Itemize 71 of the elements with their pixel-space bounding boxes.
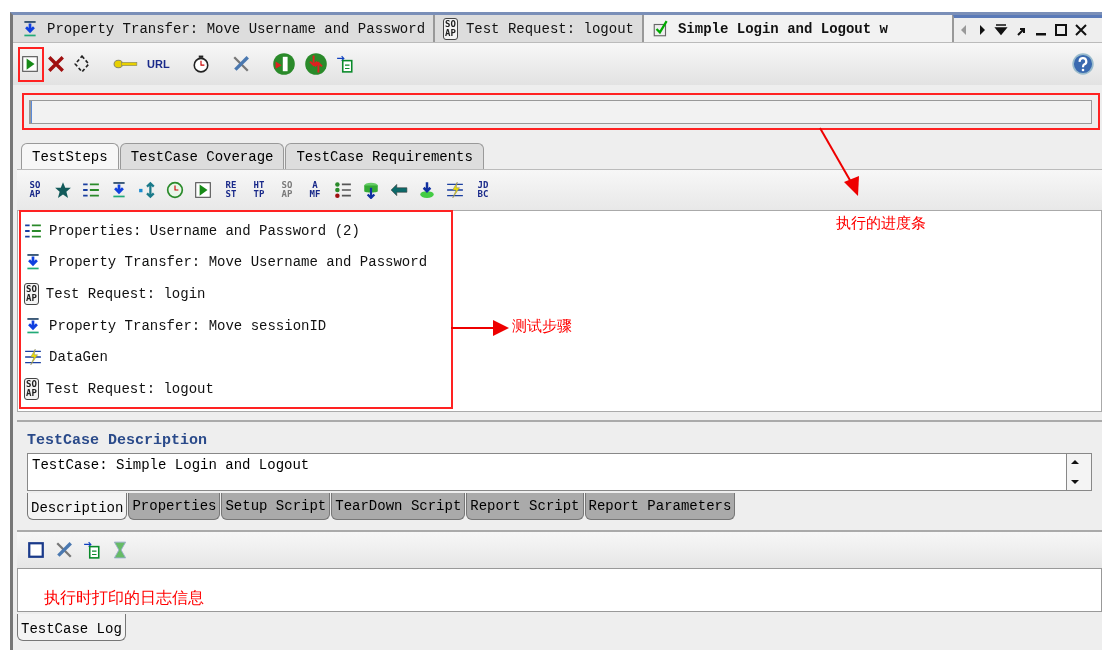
scrollbar[interactable] [1066, 453, 1092, 491]
checkbox-icon [651, 19, 670, 38]
database-icon [362, 181, 380, 199]
log-toolbar-button[interactable] [25, 539, 47, 561]
log-toolbar-button[interactable] [81, 539, 103, 561]
stopwatch-icon [191, 55, 210, 73]
add-step-button[interactable]: RE ST [219, 179, 243, 201]
test-step[interactable]: Property Transfer: Move Username and Password [24, 246, 428, 279]
clock-icon [166, 181, 184, 199]
down-arrow-icon [21, 19, 39, 38]
step-type-icon: HT TP [253, 181, 265, 199]
section-title: TestCase Description [27, 432, 209, 449]
step-type-icon: SO AP [24, 283, 39, 305]
annotation-text: 执行的进度条 [836, 214, 926, 233]
play-icon [21, 55, 39, 73]
step-type-icon: SO AP [24, 377, 39, 400]
highlight-box [18, 47, 44, 82]
panel-tab[interactable]: TestCase Requirements [285, 143, 484, 169]
toolbar-button[interactable] [45, 53, 67, 75]
bottom-tab[interactable]: Report Script [466, 493, 584, 520]
step-type-icon: RE ST [225, 181, 237, 199]
test-step[interactable]: Property Transfer: Move sessionID [24, 309, 327, 342]
annotation-text: 测试步骤 [512, 317, 572, 336]
up-down-arrow-icon [138, 181, 156, 199]
annotation-arrow [818, 126, 862, 198]
add-step-button[interactable]: A MF [303, 179, 327, 201]
add-step-button[interactable]: JD BC [471, 179, 495, 201]
lightning-list-icon [446, 181, 464, 199]
download-icon [418, 181, 436, 199]
transfer-circle-icon [303, 52, 328, 76]
add-step-button[interactable]: SO AP [23, 179, 47, 201]
bottom-tab[interactable]: Properties [128, 493, 221, 520]
test-step[interactable]: Properties: Username and Password (2) [24, 215, 360, 247]
test-step[interactable]: DataGen [24, 341, 108, 373]
square-icon [27, 541, 45, 559]
help-icon[interactable] [1072, 53, 1094, 75]
down-arrow-icon [24, 253, 42, 272]
bottom-tab[interactable]: Report Parameters [584, 493, 736, 520]
panel-tab[interactable]: TestSteps [21, 143, 119, 169]
run-circle-icon [271, 52, 296, 76]
list-icon [82, 181, 100, 199]
star-icon [54, 181, 72, 199]
bottom-tab[interactable]: TearDown Script [331, 493, 466, 520]
document-tab[interactable]: Simple Login and Logout w [643, 15, 953, 42]
bottom-tab[interactable]: Setup Script [221, 493, 331, 520]
step-type-icon: SO AP [443, 17, 458, 40]
add-note-icon [83, 541, 101, 559]
left-arrow-icon [390, 181, 408, 199]
scroll-down-icon[interactable] [1070, 479, 1080, 485]
toolbar-button[interactable]: URL [145, 56, 172, 72]
log-tab[interactable]: TestCase Log [17, 614, 126, 641]
bullet-list-icon [334, 181, 352, 199]
scroll-up-icon[interactable] [1070, 459, 1080, 465]
description-field[interactable]: TestCase: Simple Login and Logout [27, 453, 1066, 491]
step-type-icon: JD BC [477, 181, 489, 199]
panel-tab[interactable]: TestCase Coverage [119, 143, 285, 169]
add-note-icon [335, 55, 354, 73]
annotation-arrow [451, 318, 511, 338]
bottom-tab[interactable]: Description [27, 493, 128, 520]
list-icon [24, 221, 42, 240]
down-arrow-icon [24, 316, 42, 335]
play-icon [194, 181, 212, 199]
step-type-icon: SO AP [281, 181, 293, 199]
add-step-button[interactable]: HT TP [247, 179, 271, 201]
annotation-text: 执行时打印的日志信息 [44, 588, 204, 609]
lightning-list-icon [24, 348, 42, 367]
step-type-icon: A MF [309, 181, 321, 199]
hourglass-icon [111, 541, 129, 559]
step-type-icon: SO AP [29, 181, 41, 199]
down-arrow-icon [110, 181, 128, 199]
close-icon [47, 55, 65, 73]
